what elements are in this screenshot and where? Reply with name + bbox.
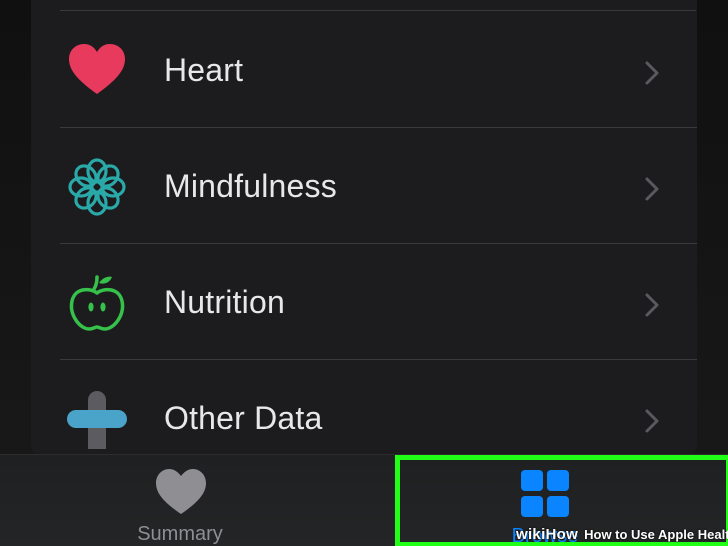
tab-label: Browse — [511, 525, 579, 546]
heart-icon — [154, 467, 208, 517]
category-row-nutrition[interactable]: Nutrition — [31, 244, 697, 360]
category-label: Other Data — [164, 400, 323, 436]
chevron-right-icon — [643, 408, 661, 434]
category-row-heart[interactable]: Heart — [31, 12, 697, 128]
category-row-mindfulness[interactable]: Mindfulness — [31, 128, 697, 244]
grid-icon — [519, 469, 571, 519]
tab-label: Summary — [137, 523, 223, 545]
health-app-screen: Heart Mindfulness Nutrition Other Data S… — [0, 0, 728, 546]
apple-icon — [67, 273, 127, 333]
plus-cross-icon — [67, 389, 127, 449]
list-divider — [60, 10, 696, 11]
chevron-right-icon — [643, 292, 661, 318]
tab-bar: Summary Browse — [0, 454, 728, 546]
tab-browse[interactable]: Browse — [395, 455, 727, 546]
tab-summary[interactable]: Summary — [100, 455, 260, 546]
category-label: Mindfulness — [164, 168, 337, 204]
chevron-right-icon — [643, 60, 661, 86]
heart-icon — [67, 41, 127, 101]
category-label: Heart — [164, 52, 244, 88]
category-label: Nutrition — [164, 284, 285, 320]
chevron-right-icon — [643, 176, 661, 202]
mindfulness-flower-icon — [67, 157, 127, 217]
